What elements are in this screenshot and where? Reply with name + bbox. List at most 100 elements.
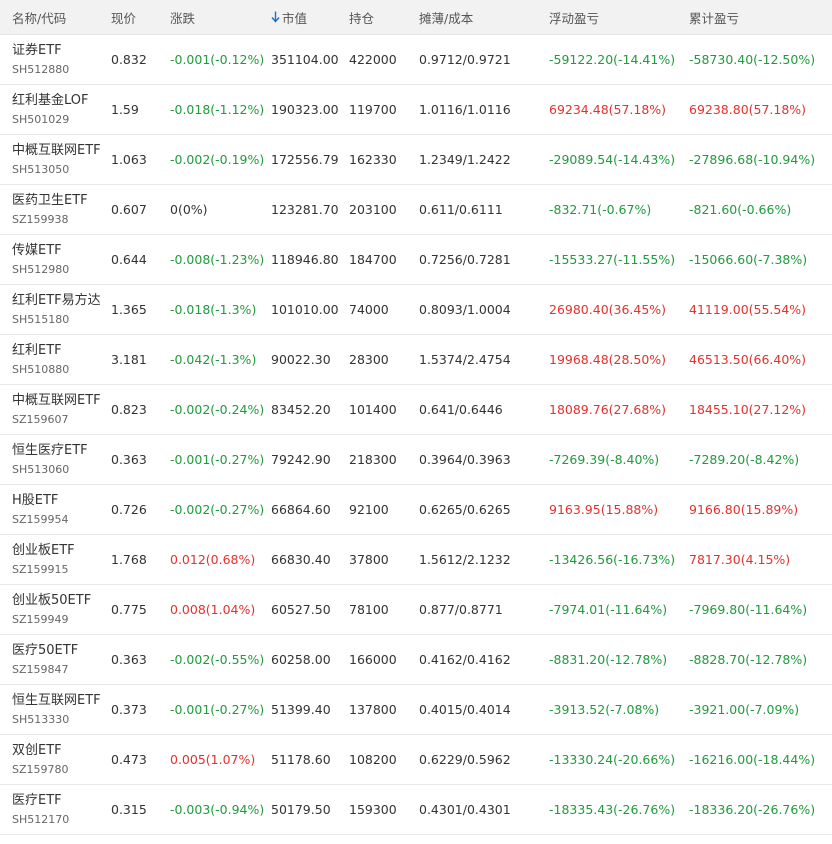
table-row[interactable]: H股ETF SZ159954 0.726 -0.002(-0.27%) 66864.60… [0, 484, 832, 535]
column-header-floating-pnl[interactable]: 浮动盈亏 [549, 0, 689, 35]
fund-cell[interactable]: 中概互联网ETF SH513050 [0, 134, 111, 185]
column-header-total-pnl[interactable]: 累计盈亏 [689, 0, 832, 35]
table-row[interactable]: 红利ETF易方达 SH515180 1.365 -0.018(-1.3%) 101010… [0, 284, 832, 335]
fund-name[interactable]: 恒生医疗ETF [12, 442, 111, 460]
floating-pnl-cell: -13330.24(-20.66%) [549, 734, 689, 785]
fund-name[interactable]: 医药卫生ETF [12, 192, 111, 210]
fund-cell[interactable]: H股ETF SZ159954 [0, 484, 111, 535]
total-pnl-cell: 9166.80(15.89%) [689, 484, 832, 535]
floating-pnl-cell: -13426.56(-16.73%) [549, 534, 689, 585]
fund-cell[interactable]: 红利ETF SH510880 [0, 334, 111, 385]
fund-cell[interactable]: 医疗ETF SH512170 [0, 784, 111, 835]
cost-cell: 0.611/0.6111 [419, 184, 549, 235]
column-header-label: 名称/代码 [12, 10, 67, 26]
fund-code: SH510880 [12, 362, 70, 376]
fund-cell[interactable]: 证券ETF SH512880 [0, 34, 111, 85]
table-row[interactable]: 红利基金LOF SH501029 1.59 -0.018(-1.12%) 190323.… [0, 84, 832, 135]
floating-pnl-cell: 18089.76(27.68%) [549, 384, 689, 435]
column-header-label: 涨跌 [170, 10, 196, 26]
market-value-cell: 118946.80 [271, 234, 349, 285]
fund-name[interactable]: 证券ETF [12, 42, 111, 60]
table-row[interactable]: 红利ETF SH510880 3.181 -0.042(-1.3%) 90022.30 2… [0, 334, 832, 385]
floating-pnl-cell: -7269.39(-8.40%) [549, 434, 689, 485]
fund-cell[interactable]: 创业板50ETF SZ159949 [0, 584, 111, 635]
fund-code: SH513050 [12, 162, 70, 176]
cost-cell: 1.2349/1.2422 [419, 134, 549, 185]
fund-name[interactable]: 双创ETF [12, 742, 111, 760]
market-value-cell: 172556.79 [271, 134, 349, 185]
change-cell: -0.001(-0.12%) [170, 34, 271, 85]
table-row[interactable]: 医药卫生ETF SZ159938 0.607 0(0%) 123281.70 203100… [0, 184, 832, 235]
column-header-change[interactable]: 涨跌 [170, 0, 271, 35]
fund-name[interactable]: 红利基金LOF [12, 92, 111, 110]
price-cell: 0.363 [111, 634, 170, 685]
fund-cell[interactable]: 创业板ETF SZ159915 [0, 534, 111, 585]
position-cell: 119700 [349, 84, 419, 135]
fund-code: SZ159607 [12, 412, 69, 426]
fund-name[interactable]: 创业板ETF [12, 542, 111, 560]
table-row[interactable]: 中概互联网ETF SH513050 1.063 -0.002(-0.19%) 17255… [0, 134, 832, 185]
total-pnl-cell: -7289.20(-8.42%) [689, 434, 832, 485]
fund-cell[interactable]: 医疗50ETF SZ159847 [0, 634, 111, 685]
floating-pnl-cell: -15533.27(-11.55%) [549, 234, 689, 285]
floating-pnl-cell: 9163.95(15.88%) [549, 484, 689, 535]
fund-cell[interactable]: 恒生医疗ETF SH513060 [0, 434, 111, 485]
price-cell: 0.363 [111, 434, 170, 485]
fund-name[interactable]: 医疗ETF [12, 792, 111, 810]
fund-name[interactable]: 中概互联网ETF [12, 392, 111, 410]
fund-name[interactable]: 恒生互联网ETF [12, 692, 111, 710]
change-cell: 0.008(1.04%) [170, 584, 271, 635]
position-cell: 218300 [349, 434, 419, 485]
floating-pnl-cell: 19968.48(28.50%) [549, 334, 689, 385]
column-header-price[interactable]: 现价 [111, 0, 170, 35]
fund-name[interactable]: 红利ETF [12, 342, 111, 360]
fund-code: SZ159780 [12, 762, 69, 776]
total-pnl-cell: -16216.00(-18.44%) [689, 734, 832, 785]
fund-cell[interactable]: 医药卫生ETF SZ159938 [0, 184, 111, 235]
column-header-name[interactable]: 名称/代码 [0, 0, 111, 35]
total-pnl-cell: -3921.00(-7.09%) [689, 684, 832, 735]
floating-pnl-cell: 69234.48(57.18%) [549, 84, 689, 135]
fund-code: SZ159949 [12, 612, 69, 626]
fund-name[interactable]: 传媒ETF [12, 242, 111, 260]
table-row[interactable]: 传媒ETF SH512980 0.644 -0.008(-1.23%) 118946.8… [0, 234, 832, 285]
cost-cell: 0.9712/0.9721 [419, 34, 549, 85]
table-row[interactable]: 中概互联网ETF SZ159607 0.823 -0.002(-0.24%) 83452… [0, 384, 832, 435]
table-row[interactable]: 创业板50ETF SZ159949 0.775 0.008(1.04%) 60527.5… [0, 584, 832, 635]
price-cell: 0.315 [111, 784, 170, 835]
table-row[interactable]: 恒生医疗ETF SH513060 0.363 -0.001(-0.27%) 79242.… [0, 434, 832, 485]
fund-code: SZ159954 [12, 512, 69, 526]
fund-code: SH512980 [12, 262, 70, 276]
fund-cell[interactable]: 红利ETF易方达 SH515180 [0, 284, 111, 335]
floating-pnl-cell: -7974.01(-11.64%) [549, 584, 689, 635]
position-cell: 28300 [349, 334, 419, 385]
table-row[interactable]: 双创ETF SZ159780 0.473 0.005(1.07%) 51178.60 10… [0, 734, 832, 785]
column-header-label: 市值 [282, 10, 308, 26]
table-row[interactable]: 医疗50ETF SZ159847 0.363 -0.002(-0.55%) 60258.… [0, 634, 832, 685]
fund-cell[interactable]: 中概互联网ETF SZ159607 [0, 384, 111, 435]
fund-cell[interactable]: 传媒ETF SH512980 [0, 234, 111, 285]
change-cell: -0.002(-0.55%) [170, 634, 271, 685]
fund-name[interactable]: 红利ETF易方达 [12, 292, 111, 310]
cost-cell: 0.641/0.6446 [419, 384, 549, 435]
fund-name[interactable]: H股ETF [12, 492, 111, 510]
fund-code: SH515180 [12, 312, 70, 326]
fund-cell[interactable]: 恒生互联网ETF SH513330 [0, 684, 111, 735]
fund-name[interactable]: 中概互联网ETF [12, 142, 111, 160]
column-header-position[interactable]: 持仓 [349, 0, 419, 35]
fund-cell[interactable]: 红利基金LOF SH501029 [0, 84, 111, 135]
column-header-cost[interactable]: 摊薄/成本 [419, 0, 549, 35]
column-header-market-value[interactable]: 市值 [271, 0, 349, 35]
fund-name[interactable]: 医疗50ETF [12, 642, 111, 660]
market-value-cell: 51178.60 [271, 734, 349, 785]
table-row[interactable]: 恒生互联网ETF SH513330 0.373 -0.001(-0.27%) 51399… [0, 684, 832, 735]
position-cell: 101400 [349, 384, 419, 435]
fund-name[interactable]: 创业板50ETF [12, 592, 111, 610]
table-row[interactable]: 创业板ETF SZ159915 1.768 0.012(0.68%) 66830.40 3… [0, 534, 832, 585]
position-cell: 203100 [349, 184, 419, 235]
price-cell: 1.768 [111, 534, 170, 585]
fund-cell[interactable]: 双创ETF SZ159780 [0, 734, 111, 785]
table-row[interactable]: 医疗ETF SH512170 0.315 -0.003(-0.94%) 50179.50… [0, 784, 832, 835]
table-row[interactable]: 证券ETF SH512880 0.832 -0.001(-0.12%) 351104.0… [0, 34, 832, 85]
total-pnl-cell: -821.60(-0.66%) [689, 184, 832, 235]
